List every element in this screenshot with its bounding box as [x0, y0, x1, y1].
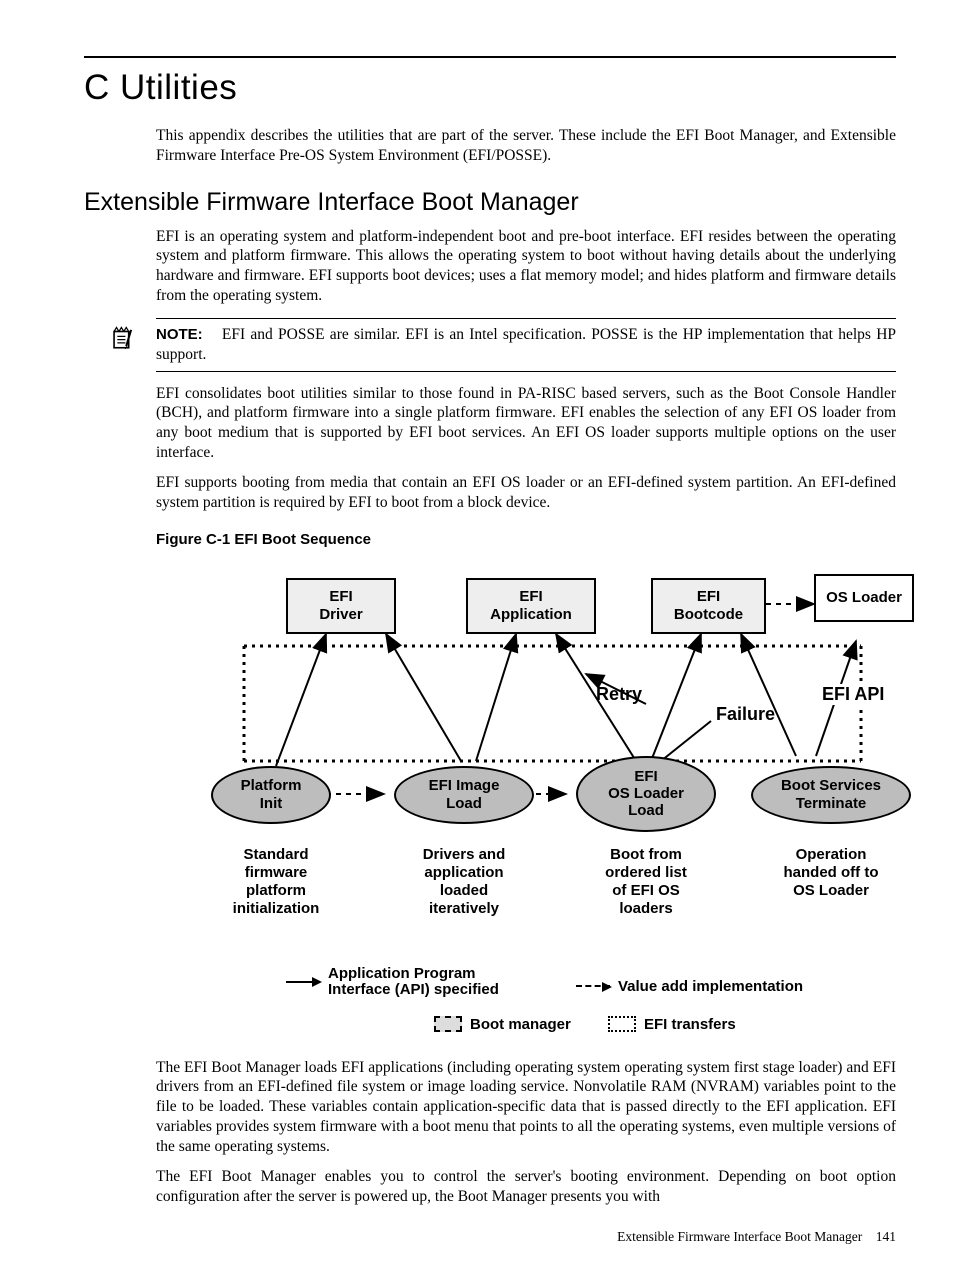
label-efi-api: EFI API: [818, 684, 888, 706]
paragraph-5: The EFI Boot Manager enables you to cont…: [156, 1167, 896, 1207]
legend-api: Application Program Interface (API) spec…: [286, 966, 499, 999]
legend-bootmgr-text: Boot manager: [470, 1016, 571, 1033]
efi-boot-sequence-diagram: EFI Driver EFI Application EFI Bootcode …: [156, 556, 896, 1046]
page-title: C Utilities: [84, 68, 896, 108]
note-block: NOTE: EFI and POSSE are similar. EFI is …: [156, 318, 896, 372]
legend-api-text: Application Program Interface (API) spec…: [328, 966, 499, 999]
box-efi-driver: EFI Driver: [286, 578, 396, 634]
paragraph-1: EFI is an operating system and platform-…: [156, 227, 896, 306]
paragraph-3: EFI supports booting from media that con…: [156, 473, 896, 513]
note-label: NOTE:: [156, 326, 203, 343]
section-heading: Extensible Firmware Interface Boot Manag…: [84, 188, 896, 217]
top-rule: [84, 56, 896, 58]
caption-bootfrom: Boot from ordered list of EFI OS loaders: [586, 846, 706, 918]
label-retry: Retry: [596, 684, 642, 706]
box-efi-application: EFI Application: [466, 578, 596, 634]
arrow-dash-icon: [576, 985, 610, 987]
label-failure: Failure: [716, 704, 775, 726]
caption-handoff: Operation handed off to OS Loader: [751, 846, 911, 900]
footer-page-number: 141: [876, 1229, 896, 1244]
legend-efitrans: EFI transfers: [608, 1016, 736, 1033]
box-os-loader: OS Loader: [814, 574, 914, 622]
ellipse-efi-os-loader-load: EFI OS Loader Load: [576, 756, 716, 832]
legend-efitrans-text: EFI transfers: [644, 1016, 736, 1033]
arrow-solid-icon: [286, 981, 320, 983]
ellipse-efi-image-load: EFI Image Load: [394, 766, 534, 824]
intro-paragraph: This appendix describes the utilities th…: [156, 126, 896, 166]
page-footer: Extensible Firmware Interface Boot Manag…: [617, 1229, 896, 1245]
footer-section: Extensible Firmware Interface Boot Manag…: [617, 1229, 862, 1244]
note-icon: [110, 325, 136, 351]
figure-caption: Figure C-1 EFI Boot Sequence: [156, 531, 896, 548]
caption-platform: Standard firmware platform initializatio…: [216, 846, 336, 918]
ellipse-boot-services-terminate: Boot Services Terminate: [751, 766, 911, 824]
note-text: EFI and POSSE are similar. EFI is an Int…: [156, 326, 896, 363]
legend-bootmgr: Boot manager: [434, 1016, 571, 1033]
swatch-efi-transfers: [608, 1016, 636, 1032]
paragraph-4: The EFI Boot Manager loads EFI applicati…: [156, 1058, 896, 1157]
caption-drivers: Drivers and application loaded iterative…: [404, 846, 524, 918]
legend-value-text: Value add implementation: [618, 978, 803, 995]
legend-value: Value add implementation: [576, 978, 803, 995]
ellipse-platform-init: Platform Init: [211, 766, 331, 824]
paragraph-2: EFI consolidates boot utilities similar …: [156, 384, 896, 463]
box-efi-bootcode: EFI Bootcode: [651, 578, 766, 634]
swatch-boot-manager: [434, 1016, 462, 1032]
